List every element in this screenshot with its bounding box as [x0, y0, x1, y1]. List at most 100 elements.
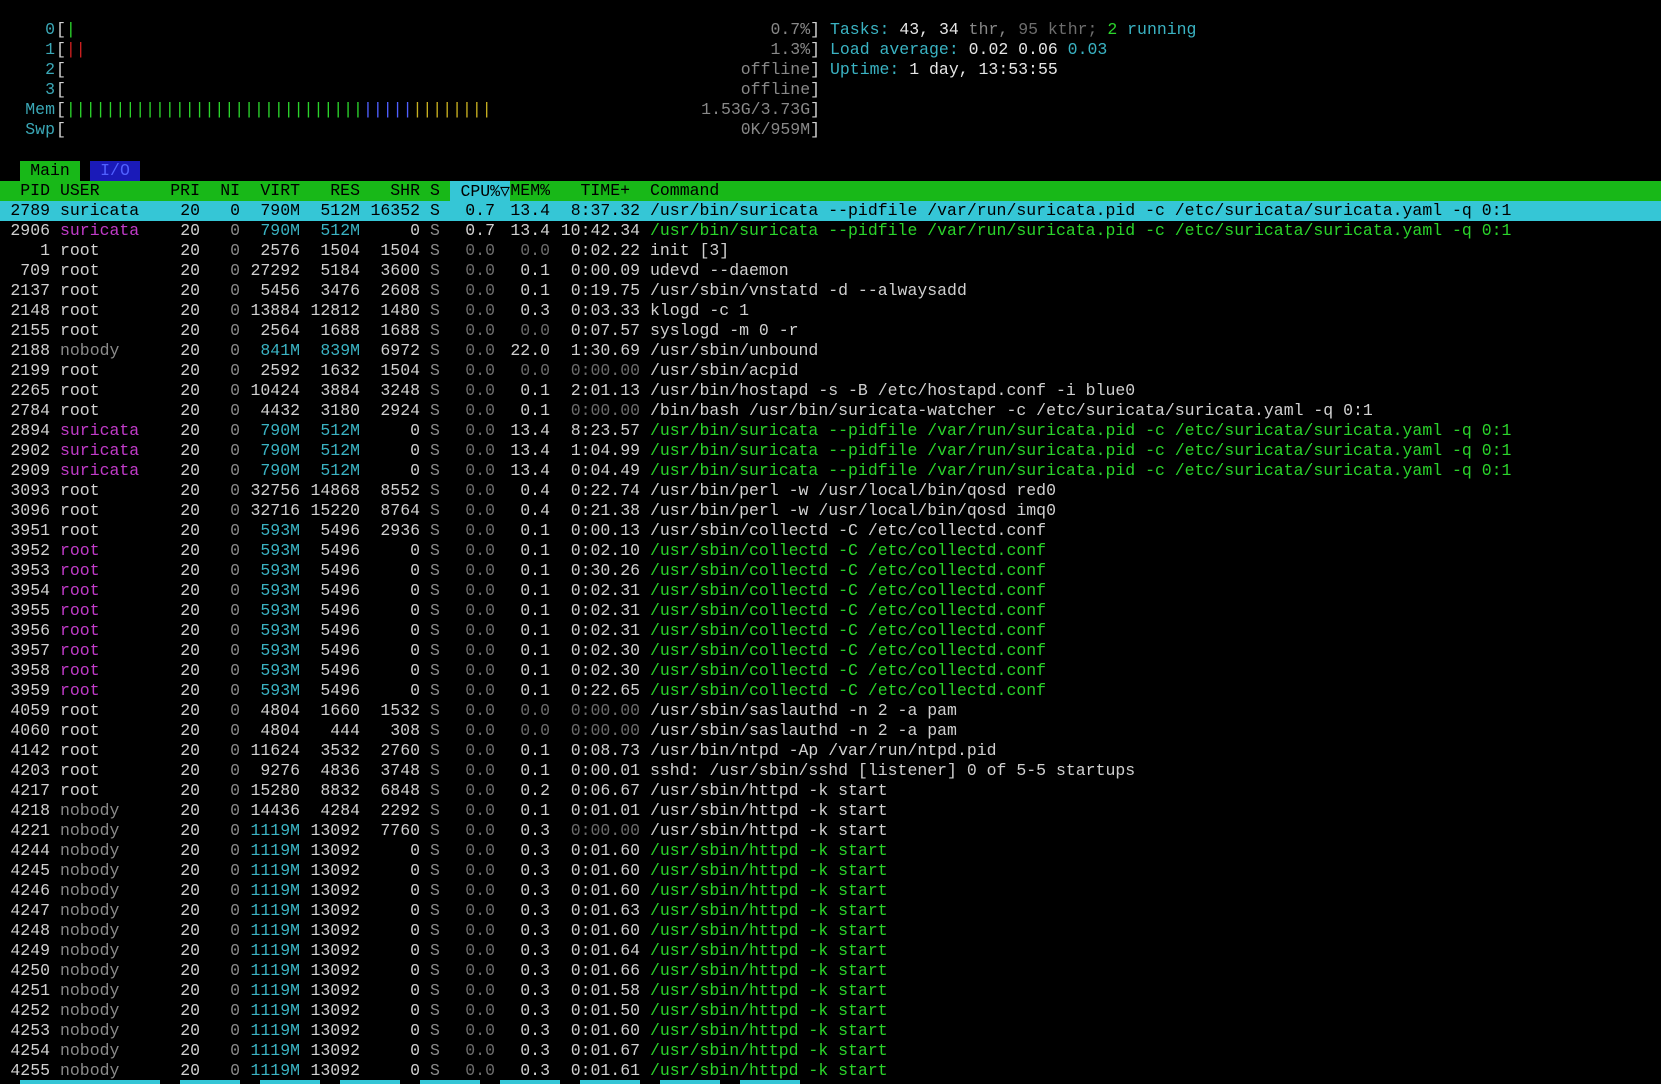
table-row[interactable]: 1 root 20 0 2576 1504 1504 S 0.0 0.0 0:02.22 init […: [0, 241, 1661, 261]
cell-cpu: 0.0: [465, 341, 495, 360]
table-row[interactable]: 4253 nobody 20 0 1119M 13092 0 S 0.0 0.3 0:01.60/u…: [0, 1021, 1661, 1041]
table-row[interactable]: 3956 root 20 0 593M 5496 0 S 0.0 0.1 0:02.31/usr/s…: [0, 621, 1661, 641]
cell-shr: 3600: [380, 261, 420, 280]
cell-virt: 1119M: [250, 821, 300, 840]
table-row[interactable]: 4245 nobody 20 0 1119M 13092 0 S 0.0 0.3 0:01.60/u…: [0, 861, 1661, 881]
table-row[interactable]: 2155 root 20 0 2564 1688 1688 S 0.0 0.0 0:07.57 sys…: [0, 321, 1661, 341]
table-row[interactable]: 3957 root 20 0 593M 5496 0 S 0.0 0.1 0:02.30/usr/s…: [0, 641, 1661, 661]
table-row[interactable]: 4218 nobody 20 0 14436 4284 2292 S 0.0 0.1 0:01.01…: [0, 801, 1661, 821]
cell-virt: 4432: [260, 401, 300, 420]
table-row[interactable]: 2906 suricata 20 0 790M 512M 0 S 0.7 13.4 10:42.34…: [0, 221, 1661, 241]
table-row[interactable]: 4217 root 20 0 15280 8832 6848 S 0.0 0.2 0:06.67/u…: [0, 781, 1661, 801]
cell-ni: 0: [230, 461, 240, 480]
cell-s: S: [430, 541, 440, 560]
table-row[interactable]: 2199 root 20 0 2592 1632 1504 S 0.0 0.0 0:00.00/us…: [0, 361, 1661, 381]
table-row[interactable]: 2265 root 20 0 10424 3884 3248 S 0.0 0.1 2:01.13/u…: [0, 381, 1661, 401]
tab-io[interactable]: I/O: [90, 161, 140, 181]
cell-shr: 2924: [380, 401, 420, 420]
table-row[interactable]: 4254 nobody 20 0 1119M 13092 0 S 0.0 0.3 0:01.67/u…: [0, 1041, 1661, 1061]
col-res[interactable]: RES: [300, 181, 360, 201]
cell-virt: 593M: [260, 521, 300, 540]
table-row[interactable]: 4244 nobody 20 0 1119M 13092 0 S 0.0 0.3 0:01.60/u…: [0, 841, 1661, 861]
table-row[interactable]: 4248 nobody 20 0 1119M 13092 0 S 0.0 0.3 0:01.60/u…: [0, 921, 1661, 941]
col-virt[interactable]: VIRT: [250, 181, 300, 201]
table-row[interactable]: 2909 suricata 20 0 790M 512M 0 S 0.0 13.4 0:04.49/…: [0, 461, 1661, 481]
tab-main[interactable]: Main: [20, 161, 80, 181]
table-row[interactable]: 4059 root 20 0 4804 1660 1532 S 0.0 0.0 0:00.00/us…: [0, 701, 1661, 721]
table-row[interactable]: 3959 root 20 0 593M 5496 0 S 0.0 0.1 0:22.65/usr/s…: [0, 681, 1661, 701]
cell-res: 13092: [310, 961, 360, 980]
cell-virt: 593M: [260, 601, 300, 620]
cell-shr: 2608: [380, 281, 420, 300]
cell-user: nobody: [60, 921, 120, 940]
meter-label: Mem: [25, 100, 55, 119]
table-row[interactable]: 4142 root 20 0 11624 3532 2760 S 0.0 0.1 0:08.73/u…: [0, 741, 1661, 761]
col-command[interactable]: Command: [650, 181, 719, 201]
table-row[interactable]: 2784 root 20 0 4432 3180 2924 S 0.0 0.1 0:00.00/bi…: [0, 401, 1661, 421]
cell-s: S: [430, 201, 440, 220]
cell-mem: 0.1: [520, 641, 550, 660]
col-mem[interactable]: MEM%: [510, 181, 550, 201]
table-row[interactable]: 4249 nobody 20 0 1119M 13092 0 S 0.0 0.3 0:01.64/u…: [0, 941, 1661, 961]
col-cpu-sorted[interactable]: CPU%▽: [450, 181, 510, 201]
cell-cpu: 0.0: [465, 281, 495, 300]
table-row[interactable]: 3954 root 20 0 593M 5496 0 S 0.0 0.1 0:02.31/usr/s…: [0, 581, 1661, 601]
cell-command: syslogd -m 0 -r: [650, 321, 799, 340]
cell-mem: 0.1: [520, 561, 550, 580]
table-row[interactable]: 3955 root 20 0 593M 5496 0 S 0.0 0.1 0:02.31/usr/s…: [0, 601, 1661, 621]
table-row[interactable]: 2789 suricata 20 0 790M 512M 16352 S 0.7 13.4 8:37…: [0, 201, 1661, 221]
table-row[interactable]: 4246 nobody 20 0 1119M 13092 0 S 0.0 0.3 0:01.60/u…: [0, 881, 1661, 901]
cell-mem: 0.3: [520, 901, 550, 920]
table-row[interactable]: 3951 root 20 0 593M 5496 2936 S 0.0 0.1 0:00.13/us…: [0, 521, 1661, 541]
table-row[interactable]: 3953 root 20 0 593M 5496 0 S 0.0 0.1 0:30.26/usr/s…: [0, 561, 1661, 581]
table-row[interactable]: 4221 nobody 20 0 1119M 13092 7760 S 0.0 0.3 0:00.0…: [0, 821, 1661, 841]
table-row[interactable]: 2902 suricata 20 0 790M 512M 0 S 0.0 13.4 1:04.99/…: [0, 441, 1661, 461]
table-row[interactable]: 4060 root 20 0 4804 444 308 S 0.0 0.0 0:00.00/usr/…: [0, 721, 1661, 741]
col-shr[interactable]: SHR: [360, 181, 420, 201]
cell-ni: 0: [230, 601, 240, 620]
cell-res: 5496: [320, 681, 360, 700]
col-pid[interactable]: PID: [0, 181, 50, 201]
cell-command: /usr/sbin/collectd -C /etc/collectd.conf: [650, 601, 1047, 620]
table-row[interactable]: 4251 nobody 20 0 1119M 13092 0 S 0.0 0.3 0:01.58/u…: [0, 981, 1661, 1001]
col-pri[interactable]: PRI: [160, 181, 200, 201]
col-time[interactable]: TIME+: [560, 181, 630, 201]
cell-mem: 0.1: [520, 741, 550, 760]
cell-user: nobody: [60, 1021, 120, 1040]
cell-user: root: [60, 721, 100, 740]
cell-s: S: [430, 241, 440, 260]
table-row[interactable]: 4250 nobody 20 0 1119M 13092 0 S 0.0 0.3 0:01.66/u…: [0, 961, 1661, 981]
cell-res: 13092: [310, 1021, 360, 1040]
table-row[interactable]: 4252 nobody 20 0 1119M 13092 0 S 0.0 0.3 0:01.50/u…: [0, 1001, 1661, 1021]
cell-mem: 0.1: [520, 681, 550, 700]
table-row[interactable]: 3952 root 20 0 593M 5496 0 S 0.0 0.1 0:02.10/usr/s…: [0, 541, 1661, 561]
cell-virt: 1119M: [250, 981, 300, 1000]
table-row[interactable]: 2894 suricata 20 0 790M 512M 0 S 0.0 13.4 8:23.57/…: [0, 421, 1661, 441]
cell-user: root: [60, 481, 100, 500]
table-row[interactable]: 4203 root 20 0 9276 4836 3748 S 0.0 0.1 0:00.01 ssh…: [0, 761, 1661, 781]
table-row[interactable]: 3958 root 20 0 593M 5496 0 S 0.0 0.1 0:02.30/usr/s…: [0, 661, 1661, 681]
cell-ni: 0: [230, 821, 240, 840]
table-row[interactable]: 4247 nobody 20 0 1119M 13092 0 S 0.0 0.3 0:01.63/u…: [0, 901, 1661, 921]
cell-shr: 2936: [380, 521, 420, 540]
cell-virt: 27292: [250, 261, 300, 280]
cell-user: suricata: [60, 221, 140, 240]
col-state[interactable]: S: [430, 181, 440, 201]
table-row[interactable]: 3096 root 20 0 32716 15220 8764 S 0.0 0.4 0:21.38 /…: [0, 501, 1661, 521]
table-row[interactable]: 2137 root 20 0 5456 3476 2608 S 0.0 0.1 0:19.75/us…: [0, 281, 1661, 301]
table-row[interactable]: 2148 root 20 0 13884 12812 1480 S 0.0 0.3 0:03.33 k…: [0, 301, 1661, 321]
table-row[interactable]: 2188 nobody 20 0 841M 839M 6972 S 0.0 22.0 1:30.69…: [0, 341, 1661, 361]
table-row[interactable]: 709 root 20 0 27292 5184 3600 S 0.0 0.1 0:00.09 ude…: [0, 261, 1661, 281]
cell-virt: 593M: [260, 621, 300, 640]
cell-user: nobody: [60, 881, 120, 900]
cell-pri: 20: [180, 401, 200, 420]
table-row[interactable]: 4255 nobody 20 0 1119M 13092 0 S 0.0 0.3 0:01.61/u…: [0, 1061, 1661, 1081]
col-user[interactable]: USER: [60, 181, 100, 201]
table-row[interactable]: 3093 root 20 0 32756 14868 8552 S 0.0 0.4 0:22.74 /…: [0, 481, 1661, 501]
cell-cpu: 0.0: [465, 361, 495, 380]
col-ni[interactable]: NI: [210, 181, 240, 201]
cell-user: suricata: [60, 421, 140, 440]
cell-shr: 16352: [370, 201, 420, 220]
meter-bar: [|||||||||||||||||||||||||||||||||||||||…: [56, 100, 492, 119]
cell-time: 0:22.65: [570, 681, 640, 700]
